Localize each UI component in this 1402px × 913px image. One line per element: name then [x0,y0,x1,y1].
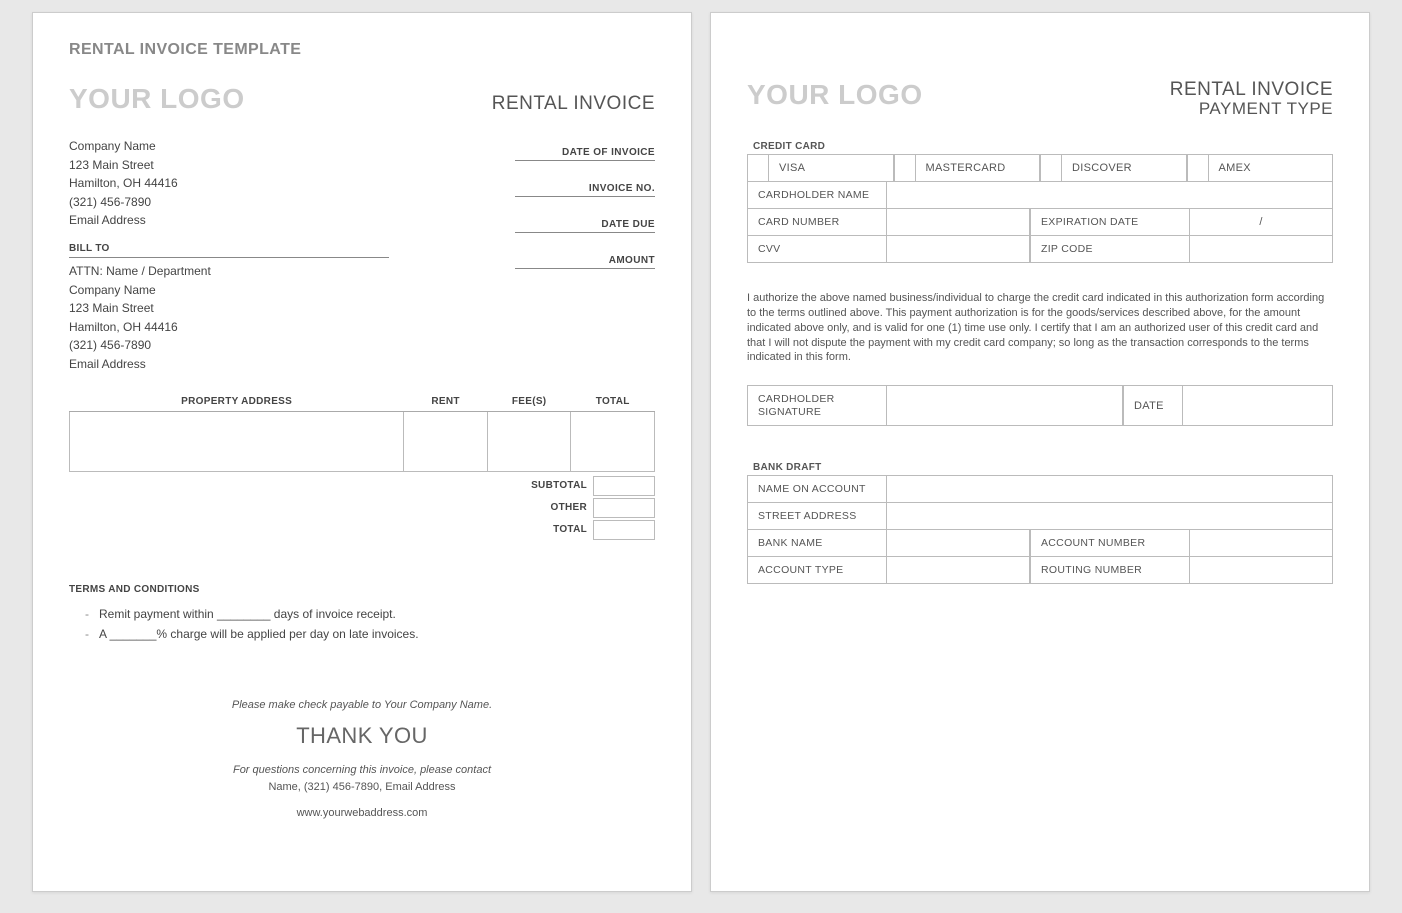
company-name: Company Name [69,137,178,156]
credit-card-section: VISA MASTERCARD DISCOVER AMEX CARDHOLDER… [747,154,1333,263]
totals-block: SUBTOTAL OTHER TOTAL [69,476,655,540]
web-address: www.yourwebaddress.com [69,805,655,822]
signature-label: CARDHOLDER SIGNATURE [747,385,887,426]
table-row[interactable] [70,411,655,471]
cvv-field[interactable] [887,236,1030,263]
account-type-label: ACCOUNT TYPE [747,557,887,584]
bill-phone: (321) 456-7890 [69,336,389,355]
terms-list: Remit payment within ________ days of in… [69,607,655,641]
bill-company: Company Name [69,281,389,300]
visa-label: VISA [769,154,894,182]
term-item: A _______% charge will be applied per da… [99,627,655,641]
col-total: TOTAL [571,392,655,412]
header: YOUR LOGO RENTAL INVOICE [69,83,655,115]
document-title: RENTAL INVOICE [492,93,655,115]
bill-attn: ATTN: Name / Department [69,262,389,281]
account-number-label: ACCOUNT NUMBER [1030,530,1190,557]
street-address-field[interactable] [887,503,1333,530]
invoice-page-1: RENTAL INVOICE TEMPLATE YOUR LOGO RENTAL… [32,12,692,892]
card-number-label: CARD NUMBER [747,209,887,236]
account-name-field[interactable] [887,475,1333,503]
mastercard-checkbox[interactable] [894,154,916,182]
routing-number-field[interactable] [1190,557,1333,584]
cvv-label: CVV [747,236,887,263]
card-number-field[interactable] [887,209,1030,236]
amex-checkbox[interactable] [1187,154,1209,182]
amex-label: AMEX [1209,154,1334,182]
expiration-field[interactable]: / [1190,209,1333,236]
sig-date-field[interactable] [1183,385,1333,426]
document-title-2: RENTAL INVOICE PAYMENT TYPE [1170,79,1333,119]
signature-row: CARDHOLDER SIGNATURE DATE [747,385,1333,426]
discover-checkbox[interactable] [1040,154,1062,182]
bank-name-label: BANK NAME [747,530,887,557]
sig-date-label: DATE [1123,385,1183,426]
template-title: RENTAL INVOICE TEMPLATE [69,41,655,59]
invoice-meta: DATE OF INVOICE INVOICE NO. DATE DUE AMO… [515,137,655,281]
authorization-text: I authorize the above named business/ind… [747,291,1333,365]
total-label: TOTAL [507,524,587,535]
subtotal-field[interactable] [593,476,655,496]
logo-placeholder: YOUR LOGO [747,79,923,111]
col-property: PROPERTY ADDRESS [70,392,404,412]
company-email: Email Address [69,211,178,230]
visa-checkbox[interactable] [747,154,769,182]
date-due-field[interactable]: DATE DUE [515,209,655,233]
signature-field[interactable] [887,385,1123,426]
footer: Please make check payable to Your Compan… [69,697,655,822]
mastercard-label: MASTERCARD [916,154,1041,182]
col-fees: FEE(S) [487,392,571,412]
invoice-page-2: YOUR LOGO RENTAL INVOICE PAYMENT TYPE CR… [710,12,1370,892]
company-city: Hamilton, OH 44416 [69,174,178,193]
zip-field[interactable] [1190,236,1333,263]
logo-placeholder: YOUR LOGO [69,83,245,115]
amount-field[interactable]: AMOUNT [515,245,655,269]
cardholder-name-field[interactable] [887,182,1333,209]
other-field[interactable] [593,498,655,518]
account-type-field[interactable] [887,557,1030,584]
payable-note: Please make check payable to Your Compan… [69,697,655,714]
street-address-label: STREET ADDRESS [747,503,887,530]
zip-label: ZIP CODE [1030,236,1190,263]
questions-note: For questions concerning this invoice, p… [69,762,655,779]
thank-you: THANK YOU [69,719,655,752]
bank-name-field[interactable] [887,530,1030,557]
property-table: PROPERTY ADDRESS RENT FEE(S) TOTAL [69,392,655,472]
other-label: OTHER [507,502,587,513]
col-rent: RENT [404,392,488,412]
expiration-label: EXPIRATION DATE [1030,209,1190,236]
subtotal-label: SUBTOTAL [507,480,587,491]
company-phone: (321) 456-7890 [69,193,178,212]
discover-label: DISCOVER [1062,154,1187,182]
page2-header: YOUR LOGO RENTAL INVOICE PAYMENT TYPE [747,79,1333,119]
company-street: 123 Main Street [69,156,178,175]
date-of-invoice-field[interactable]: DATE OF INVOICE [515,137,655,161]
bank-draft-section: NAME ON ACCOUNT STREET ADDRESS BANK NAME… [747,475,1333,584]
total-field[interactable] [593,520,655,540]
invoice-no-field[interactable]: INVOICE NO. [515,173,655,197]
bank-draft-label: BANK DRAFT [753,462,1333,473]
account-number-field[interactable] [1190,530,1333,557]
term-item: Remit payment within ________ days of in… [99,607,655,621]
terms-heading: TERMS AND CONDITIONS [69,584,655,595]
company-address: Company Name 123 Main Street Hamilton, O… [69,137,178,281]
credit-card-label: CREDIT CARD [753,141,1333,152]
bill-email: Email Address [69,355,389,374]
account-name-label: NAME ON ACCOUNT [747,475,887,503]
routing-number-label: ROUTING NUMBER [1030,557,1190,584]
bill-city: Hamilton, OH 44416 [69,318,389,337]
bill-to-block: ATTN: Name / Department Company Name 123… [69,262,389,374]
cardholder-name-label: CARDHOLDER NAME [747,182,887,209]
bill-street: 123 Main Street [69,299,389,318]
contact-line: Name, (321) 456-7890, Email Address [69,779,655,796]
